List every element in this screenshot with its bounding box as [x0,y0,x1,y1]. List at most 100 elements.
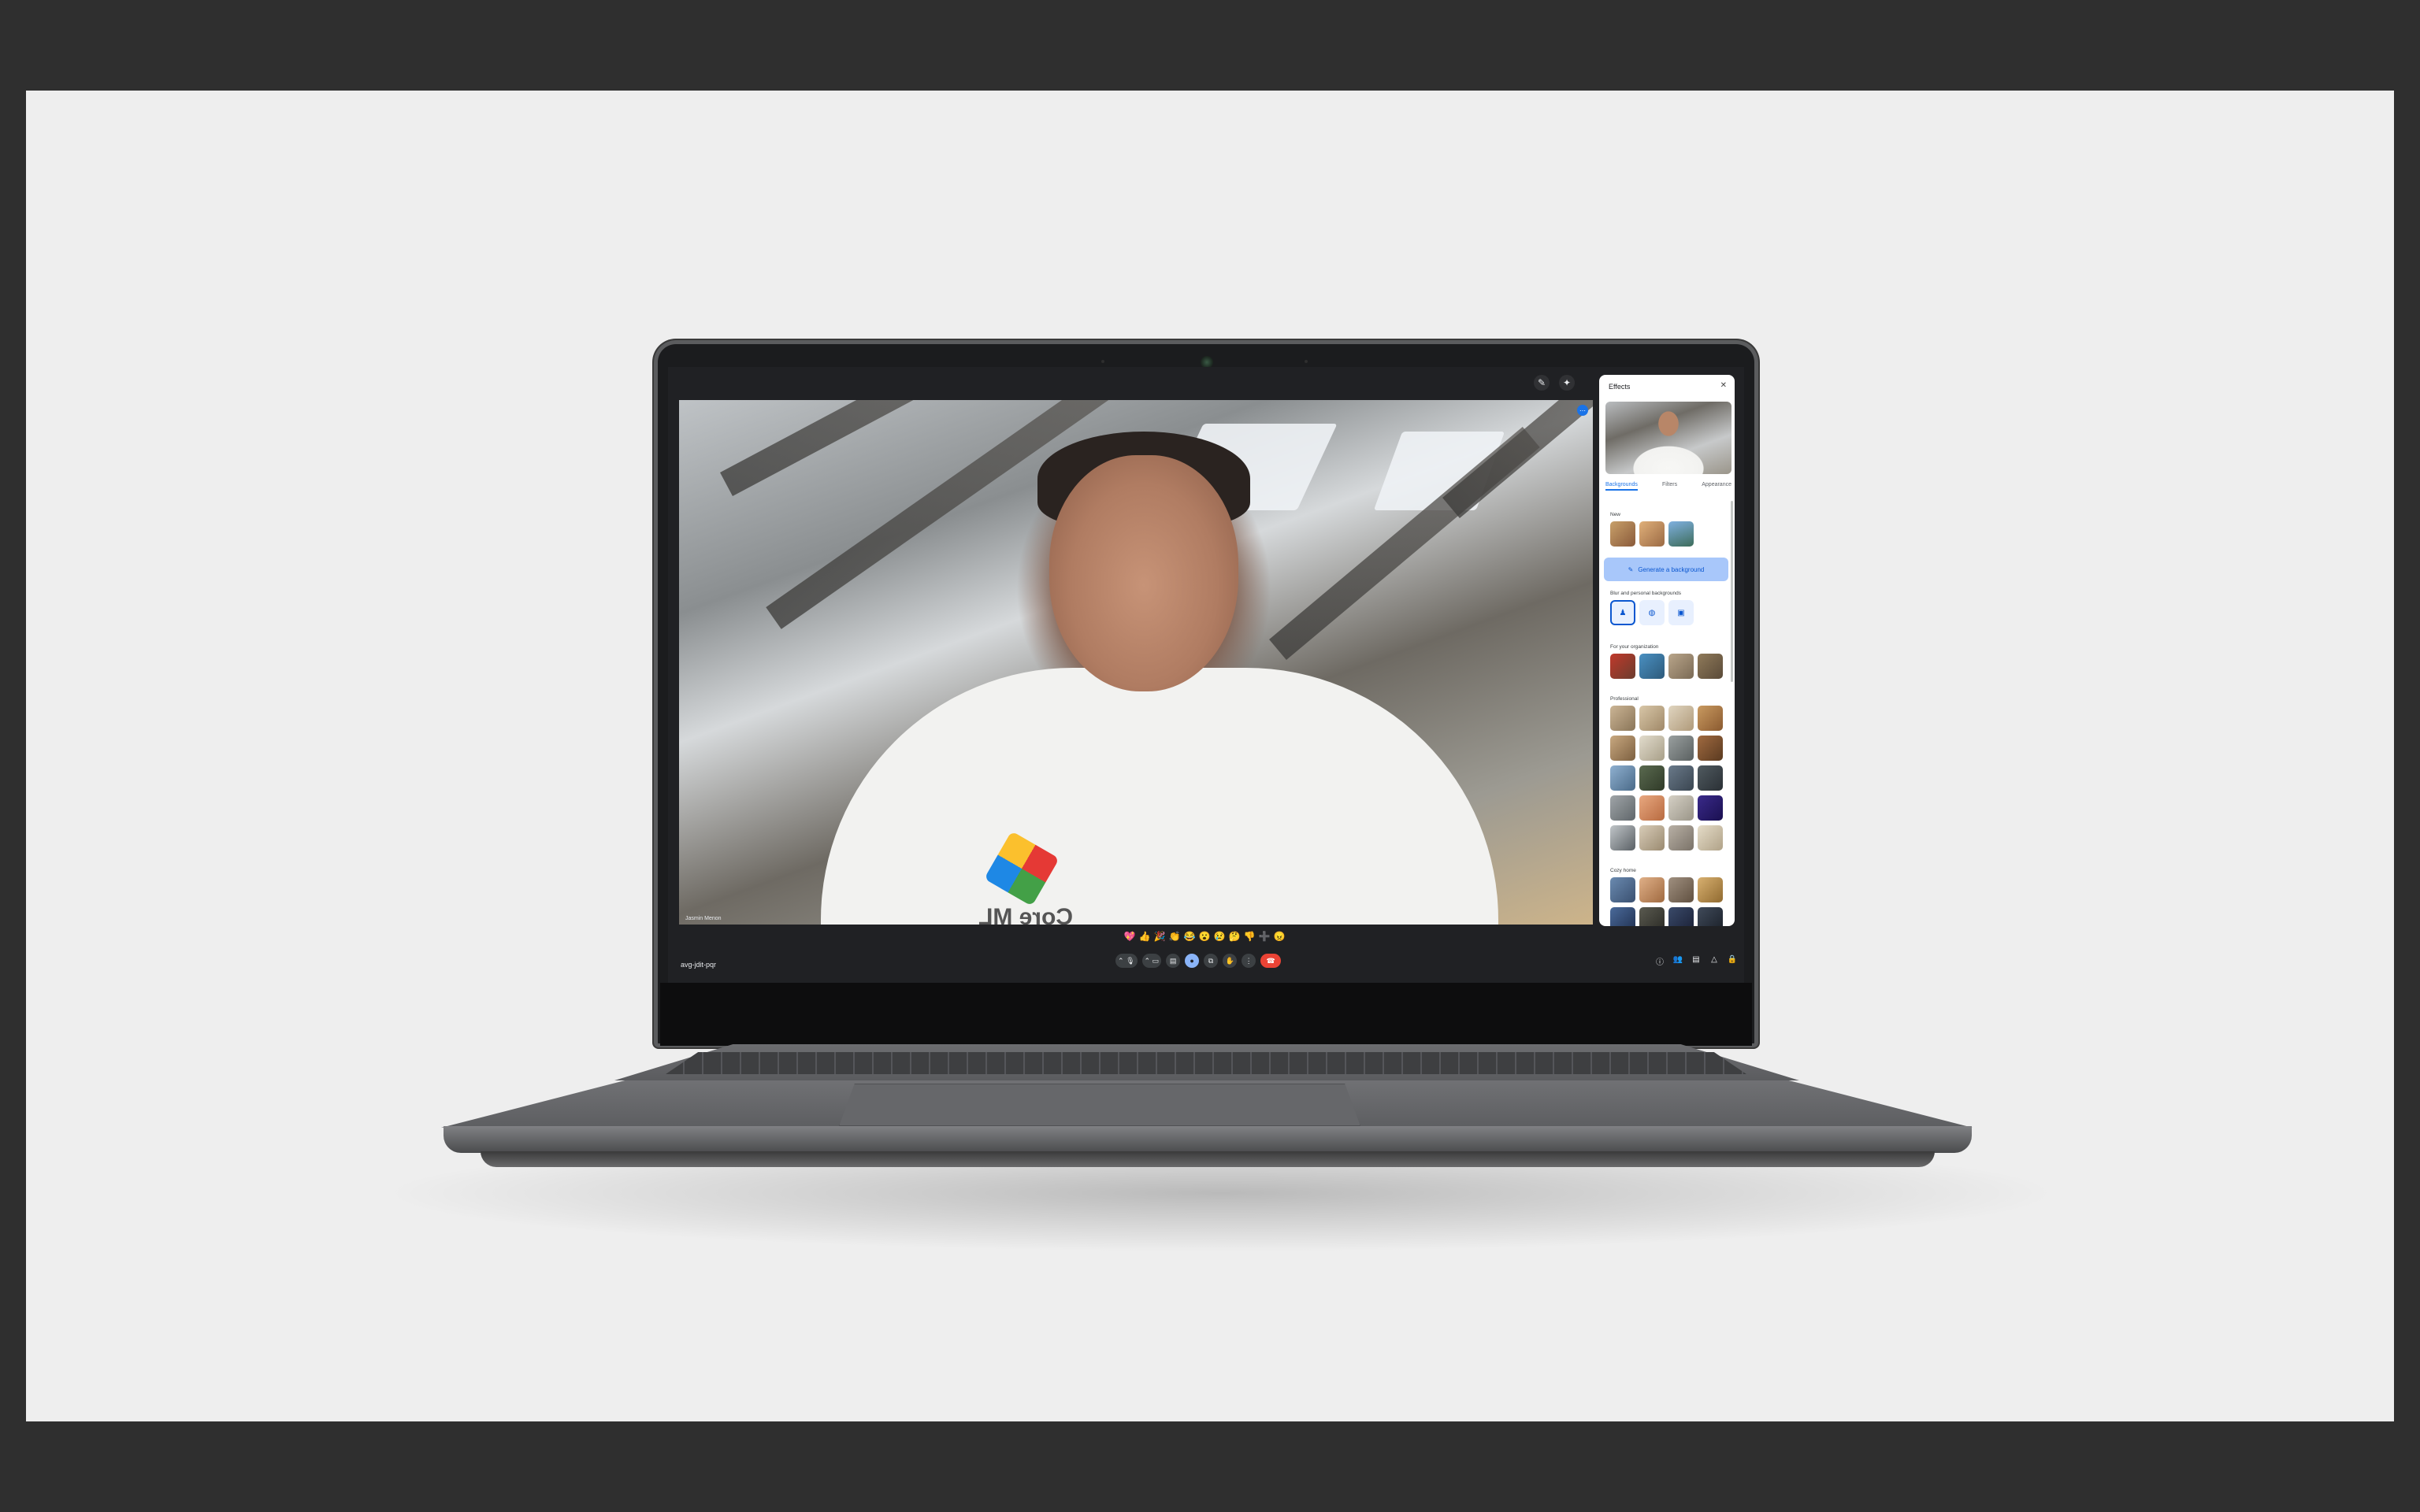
laptop-keyboard [666,1052,1746,1074]
sensor-dot [1101,360,1104,363]
background-thumbnail[interactable] [1610,907,1635,926]
end-call-button[interactable]: ☎ [1260,954,1282,968]
background-thumbnail[interactable] [1668,825,1694,850]
more-options-button[interactable]: ⋮ [1242,954,1256,968]
reaction-thinking[interactable]: 🤔 [1228,931,1241,942]
sparkle-icon[interactable]: ✦ [1559,375,1575,391]
activities-icon[interactable]: △ [1709,955,1720,967]
bezel-bottom [660,983,1752,1046]
background-thumbnail[interactable] [1698,877,1723,902]
chevron-up-icon: ⌃ [1118,956,1124,965]
background-thumbnail[interactable] [1668,907,1694,926]
chat-icon[interactable]: ▤ [1691,955,1702,967]
raise-hand-button[interactable]: ✋ [1223,954,1238,968]
self-video-tile: Core ML Jasmin Menon ⋯ [679,400,1593,925]
panel-scrollbar[interactable] [1731,501,1733,682]
background-thumbnail[interactable] [1698,765,1723,791]
reaction-laugh[interactable]: 😂 [1183,931,1196,942]
background-thumbnail[interactable] [1668,877,1694,902]
people-icon[interactable]: 👥 [1672,955,1683,967]
camera-button[interactable]: ⌃ ▭ [1141,954,1162,968]
section-blur: Blur and personal backgrounds [1610,591,1681,596]
present-button[interactable]: ⧉ [1204,954,1219,968]
cozy-row-1 [1610,877,1723,902]
background-thumbnail[interactable] [1668,706,1694,731]
host-controls-icon[interactable]: 🔒 [1727,955,1738,967]
background-thumbnail[interactable] [1698,706,1723,731]
mic-button[interactable]: ⌃ 🎙 [1115,954,1138,968]
background-thumbnail[interactable] [1610,877,1635,902]
background-thumbnail[interactable] [1639,521,1665,547]
background-thumbnail[interactable] [1639,736,1665,761]
person-icon: ♟ [1619,608,1627,617]
section-new: New [1610,512,1621,517]
background-thumbnail[interactable] [1639,654,1665,679]
background-thumbnail[interactable] [1698,736,1723,761]
section-cozy-home: Cozy home [1610,868,1636,873]
background-thumbnail[interactable] [1668,736,1694,761]
present-icon: ⧉ [1208,956,1214,965]
more-icon[interactable]: ⋯ [1577,405,1588,416]
section-professional: Professional [1610,696,1639,702]
upload-background-button[interactable]: ▣ [1668,600,1694,625]
background-thumbnail[interactable] [1610,654,1635,679]
slight-blur-button[interactable]: ◍ [1639,600,1665,625]
background-thumbnail[interactable] [1668,765,1694,791]
effects-button[interactable]: ● [1185,954,1200,968]
background-thumbnail[interactable] [1639,825,1665,850]
reaction-thumbs-up[interactable]: 👍 [1138,931,1151,942]
reaction-angry[interactable]: 😠 [1273,931,1286,942]
professional-row-1 [1610,706,1723,731]
reaction-party[interactable]: 🎉 [1153,931,1166,942]
reaction-thumbs-down[interactable]: 👎 [1243,931,1256,942]
reaction-clap[interactable]: 👏 [1168,931,1181,942]
tab-filters[interactable]: Filters [1662,482,1677,491]
raise-hand-icon: ✋ [1225,956,1234,965]
generate-background-button[interactable]: ✎ Generate a background [1604,558,1728,581]
background-thumbnail[interactable] [1639,907,1665,926]
laptop-trackpad [839,1084,1360,1126]
right-controls: ⓘ 👥 ▤ △ 🔒 [1654,955,1738,967]
background-thumbnail[interactable] [1668,795,1694,821]
meet-window: ✎ ✦ Core ML Jasmin Menon ⋯ 💖 👍 🎉 👏 😂 😮 😢… [668,367,1744,983]
background-thumbnail[interactable] [1610,825,1635,850]
background-thumbnail[interactable] [1639,877,1665,902]
professional-row-4 [1610,795,1723,821]
background-thumbnail[interactable] [1668,521,1694,547]
background-thumbnail[interactable] [1610,706,1635,731]
reaction-sad[interactable]: 😢 [1213,931,1226,942]
background-thumbnail[interactable] [1639,765,1665,791]
hoodie-logo-text: Core ML [978,904,1073,925]
no-effect-button[interactable]: ♟ [1610,600,1635,625]
camera-icon: ▭ [1152,956,1160,965]
background-thumbnail[interactable] [1610,795,1635,821]
tab-appearance[interactable]: Appearance [1702,482,1731,491]
background-thumbnail[interactable] [1698,654,1723,679]
captions-button[interactable]: ▤ [1166,954,1181,968]
info-icon[interactable]: ⓘ [1654,955,1665,967]
tab-backgrounds[interactable]: Backgrounds [1605,482,1638,491]
background-thumbnail[interactable] [1610,521,1635,547]
end-call-icon: ☎ [1266,956,1275,965]
background-thumbnail[interactable] [1610,736,1635,761]
more-options-icon: ⋮ [1245,956,1253,965]
person-hoodie [821,668,1498,925]
laptop-front-edge [444,1126,1972,1153]
background-thumbnail[interactable] [1639,795,1665,821]
background-thumbnail[interactable] [1698,795,1723,821]
edit-effects-icon[interactable]: ✎ [1534,375,1550,391]
reaction-surprised[interactable]: 😮 [1198,931,1211,942]
upload-image-icon: ▣ [1677,608,1685,617]
background-thumbnail[interactable] [1698,907,1723,926]
reaction-heart[interactable]: 💖 [1123,931,1136,942]
close-icon[interactable]: ✕ [1720,381,1727,390]
background-thumbnail[interactable] [1698,825,1723,850]
reaction-more[interactable]: ➕ [1258,931,1271,942]
professional-row-2 [1610,736,1723,761]
background-thumbnail[interactable] [1639,706,1665,731]
blur-icon: ◍ [1648,608,1656,617]
professional-row-3 [1610,765,1723,791]
background-thumbnail[interactable] [1610,765,1635,791]
magic-wand-icon: ✎ [1628,565,1634,573]
background-thumbnail[interactable] [1668,654,1694,679]
